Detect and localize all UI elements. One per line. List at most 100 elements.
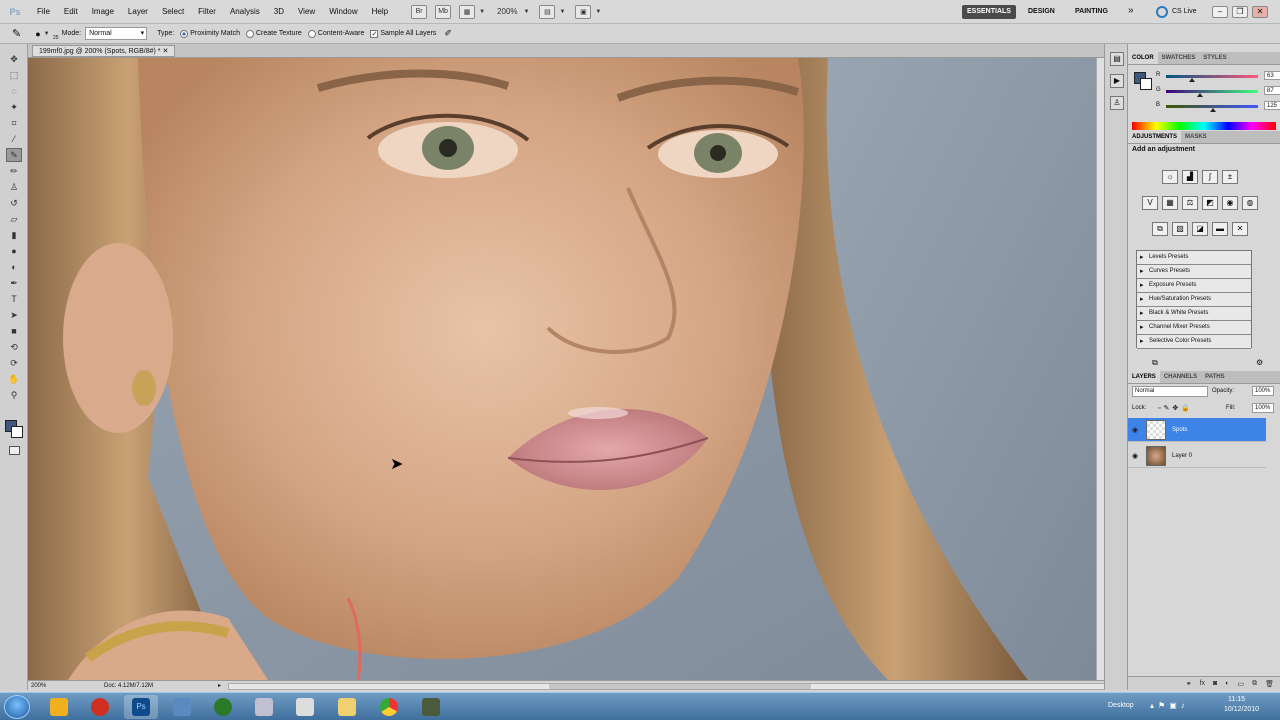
- workspace-painting[interactable]: PAINTING: [1075, 5, 1108, 19]
- preset-selective-color[interactable]: Selective Color Presets: [1137, 335, 1251, 349]
- taskbar-app-5[interactable]: [206, 695, 240, 719]
- menu-help[interactable]: Help: [365, 0, 395, 24]
- hue-saturation-icon[interactable]: ▦: [1162, 196, 1178, 210]
- brush-preset-icon[interactable]: ●: [35, 29, 40, 39]
- chevron-down-icon[interactable]: ▼: [44, 31, 50, 37]
- clock-date[interactable]: 10/12/2010: [1224, 706, 1259, 713]
- desktop-toolbar-label[interactable]: Desktop: [1108, 702, 1134, 709]
- taskbar-app-6[interactable]: [247, 695, 281, 719]
- red-slider[interactable]: R 63: [1156, 71, 1280, 82]
- chevron-down-icon[interactable]: ▼: [559, 9, 565, 15]
- minimize-button[interactable]: –: [1212, 6, 1228, 18]
- document-tab[interactable]: 199mf0.jpg @ 200% (Spots, RGB/8#) * ✕: [32, 45, 176, 57]
- red-value[interactable]: 63: [1264, 71, 1280, 80]
- minibridge-icon[interactable]: Mb: [435, 4, 452, 19]
- threshold-icon[interactable]: ◪: [1192, 222, 1208, 236]
- menu-edit[interactable]: Edit: [57, 0, 85, 24]
- blend-mode-select[interactable]: Normal: [1132, 386, 1208, 397]
- mode-select[interactable]: Normal: [85, 27, 148, 40]
- taskbar-app-10[interactable]: [414, 695, 448, 719]
- new-adjustment-icon[interactable]: ◐: [1225, 680, 1229, 687]
- menu-analysis[interactable]: Analysis: [223, 0, 267, 24]
- crop-tool-icon[interactable]: ⌗: [6, 116, 22, 130]
- curves-icon[interactable]: ∫: [1202, 170, 1218, 184]
- close-tab-icon[interactable]: ✕: [162, 48, 168, 55]
- tab-color[interactable]: COLOR: [1128, 52, 1158, 64]
- menu-file[interactable]: File: [30, 0, 57, 24]
- 3d-orbit-tool-icon[interactable]: ⟳: [6, 356, 22, 370]
- tab-channels[interactable]: CHANNELS: [1160, 371, 1201, 383]
- preset-channel-mixer[interactable]: Channel Mixer Presets: [1137, 321, 1251, 335]
- eraser-tool-icon[interactable]: ▱: [6, 212, 22, 226]
- type-tool-icon[interactable]: T: [6, 292, 22, 306]
- taskbar-app-4[interactable]: [165, 695, 199, 719]
- background-color-swatch[interactable]: [11, 426, 23, 438]
- vibrance-icon[interactable]: V: [1142, 196, 1158, 210]
- link-layers-icon[interactable]: ⚭: [1186, 680, 1192, 688]
- view-extras-icon[interactable]: ▦: [459, 4, 476, 19]
- color-spectrum[interactable]: [1132, 122, 1276, 130]
- path-selection-tool-icon[interactable]: ➤: [6, 308, 22, 322]
- taskbar-photoshop[interactable]: Ps: [124, 695, 158, 719]
- tab-swatches[interactable]: SWATCHES: [1158, 52, 1200, 64]
- layer-row-spots[interactable]: ◉ Spots: [1128, 418, 1266, 442]
- chevron-down-icon[interactable]: ▼: [524, 9, 530, 15]
- preset-curves[interactable]: Curves Presets: [1137, 265, 1251, 279]
- black-white-icon[interactable]: ◩: [1202, 196, 1218, 210]
- channel-mixer-icon[interactable]: ◍: [1242, 196, 1258, 210]
- move-tool-icon[interactable]: ✥: [6, 52, 22, 66]
- menu-view[interactable]: View: [291, 0, 322, 24]
- clone-source-panel-icon[interactable]: ♙: [1110, 96, 1124, 110]
- history-panel-icon[interactable]: ▤: [1110, 52, 1124, 66]
- spot-healing-tool-icon[interactable]: ✎: [6, 148, 22, 162]
- close-button[interactable]: ✕: [1252, 6, 1268, 18]
- spot-healing-brush-icon[interactable]: ✎: [12, 27, 21, 40]
- blue-slider[interactable]: B 125: [1156, 101, 1280, 112]
- actions-panel-icon[interactable]: ▶: [1110, 74, 1124, 88]
- quick-selection-tool-icon[interactable]: ✦: [6, 100, 22, 114]
- blue-slider-handle[interactable]: [1210, 108, 1216, 112]
- chevron-down-icon[interactable]: ▼: [479, 9, 485, 15]
- invert-icon[interactable]: ⧉: [1152, 222, 1168, 236]
- gradient-tool-icon[interactable]: ▮: [6, 228, 22, 242]
- blur-tool-icon[interactable]: ●: [6, 244, 22, 258]
- brightness-contrast-icon[interactable]: ☼: [1162, 170, 1178, 184]
- tab-styles[interactable]: STYLES: [1199, 52, 1230, 64]
- chevron-down-icon[interactable]: ▼: [595, 9, 601, 15]
- color-balance-icon[interactable]: ⚖: [1182, 196, 1198, 210]
- visibility-eye-icon[interactable]: ◉: [1128, 426, 1142, 434]
- menu-select[interactable]: Select: [155, 0, 191, 24]
- menu-filter[interactable]: Filter: [191, 0, 223, 24]
- taskbar-app-7[interactable]: [288, 695, 322, 719]
- marquee-tool-icon[interactable]: ⬚: [6, 68, 22, 82]
- menu-window[interactable]: Window: [322, 0, 364, 24]
- delete-layer-icon[interactable]: 🗑: [1265, 680, 1274, 688]
- zoom-level-dropdown[interactable]: 200%: [497, 7, 517, 16]
- pressure-size-icon[interactable]: ✐: [444, 28, 452, 39]
- content-aware-radio[interactable]: [307, 29, 316, 38]
- menu-layer[interactable]: Layer: [121, 0, 155, 24]
- history-brush-tool-icon[interactable]: ↺: [6, 196, 22, 210]
- new-group-icon[interactable]: ▭: [1237, 680, 1244, 688]
- dodge-tool-icon[interactable]: ◐: [6, 260, 22, 274]
- status-menu-arrow-icon[interactable]: ▸: [218, 682, 221, 689]
- photo-filter-icon[interactable]: ◉: [1222, 196, 1238, 210]
- restore-button[interactable]: ❐: [1232, 6, 1248, 18]
- color-panel-background-swatch[interactable]: [1140, 78, 1152, 90]
- bridge-icon[interactable]: Br: [411, 4, 428, 19]
- exposure-icon[interactable]: ±: [1222, 170, 1238, 184]
- system-tray-icons[interactable]: ▴⚑▣♪: [1150, 701, 1189, 710]
- arrange-documents-icon[interactable]: ▤: [539, 4, 556, 19]
- posterize-icon[interactable]: ▧: [1172, 222, 1188, 236]
- tab-masks[interactable]: MASKS: [1181, 131, 1211, 143]
- screen-mode-icon[interactable]: ▣: [575, 4, 592, 19]
- red-slider-handle[interactable]: [1189, 78, 1195, 82]
- tab-paths[interactable]: PATHS: [1201, 371, 1228, 383]
- green-slider[interactable]: G 87: [1156, 86, 1280, 97]
- tab-adjustments[interactable]: ADJUSTMENTS: [1128, 131, 1182, 143]
- document-canvas[interactable]: ➤: [28, 58, 1096, 680]
- add-mask-icon[interactable]: ◙: [1213, 680, 1217, 687]
- panel-options-icon[interactable]: ⚙: [1256, 358, 1263, 367]
- clock-time[interactable]: 11:15: [1228, 696, 1245, 703]
- horizontal-scroll-thumb[interactable]: [549, 684, 811, 689]
